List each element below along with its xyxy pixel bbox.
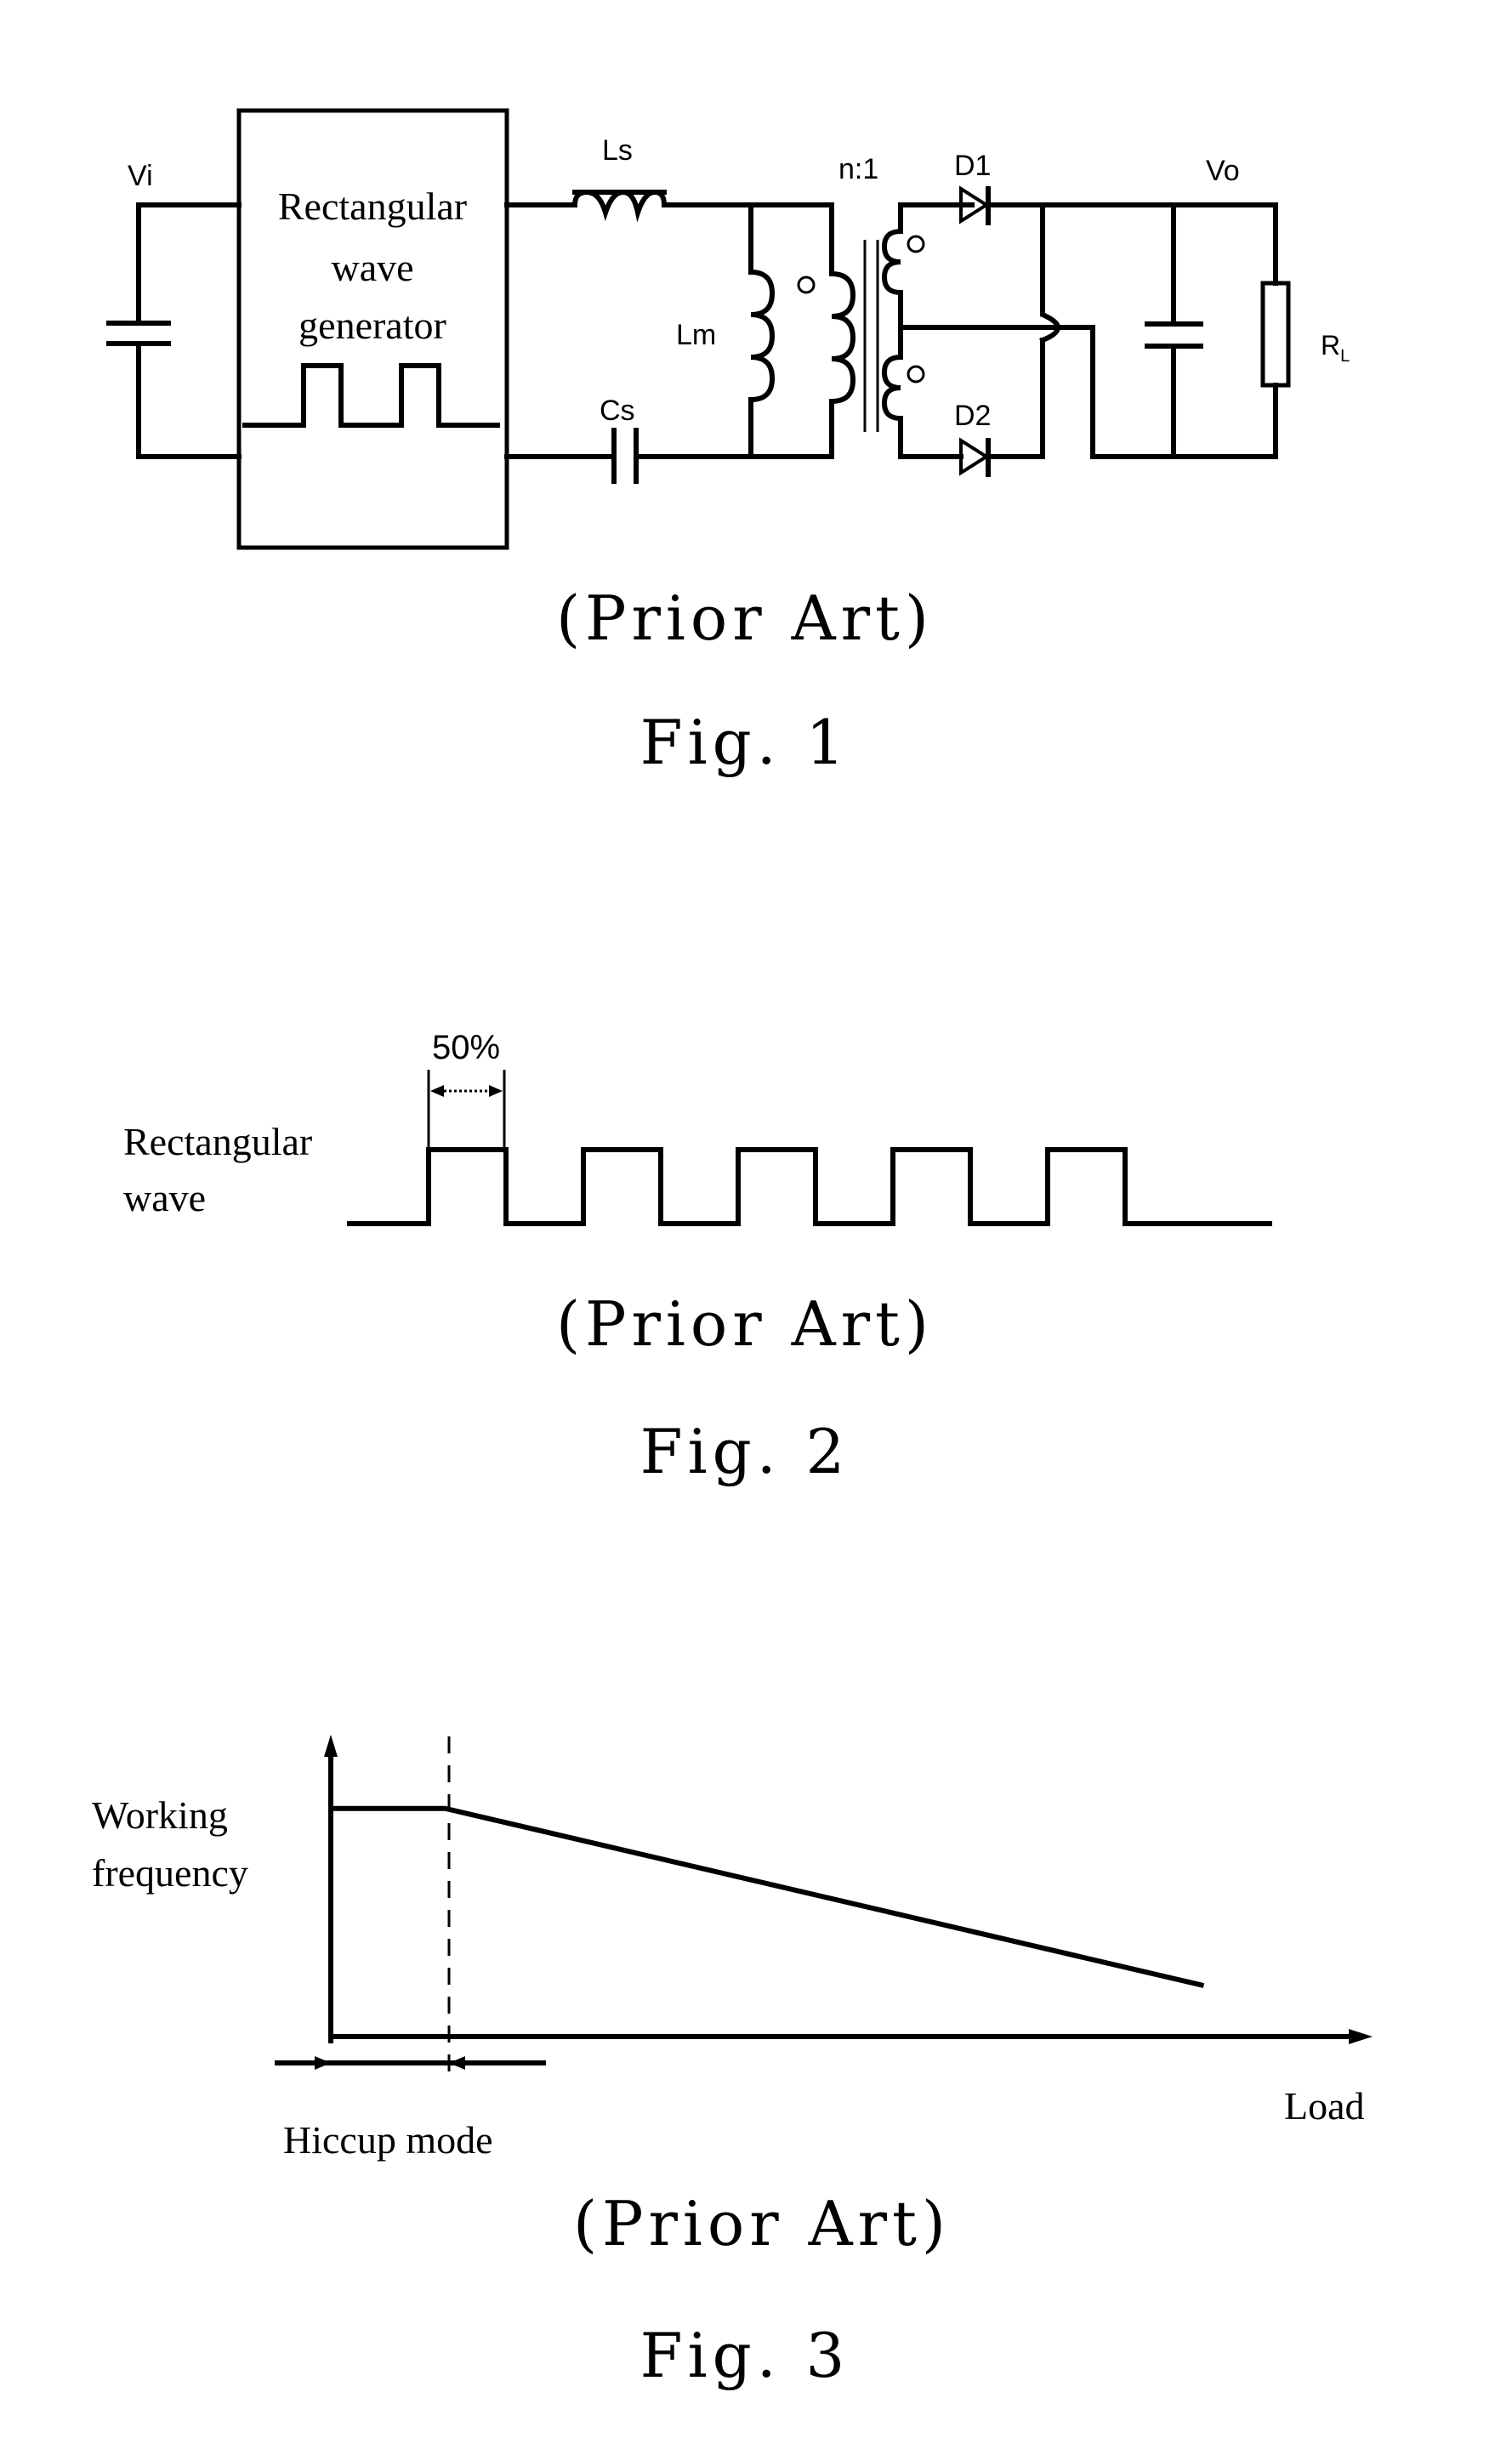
label-ls: Ls bbox=[602, 134, 633, 167]
y-axis-label-line-1: Working bbox=[92, 1793, 228, 1837]
input-capacitor-icon bbox=[106, 321, 171, 346]
transformer-core-icon bbox=[863, 240, 879, 432]
patent-drawing-sheet: Vi Rectangular wave generator Ls Cs Lm n… bbox=[92, 108, 1373, 2391]
label-rl-subscript: L bbox=[1340, 347, 1350, 366]
center-tap-return-wire bbox=[898, 325, 1278, 459]
hiccup-mode-label: Hiccup mode bbox=[283, 2118, 493, 2162]
ls-inductor-icon bbox=[571, 189, 668, 223]
generator-label-line-1: Rectangular bbox=[278, 185, 467, 228]
fig1-prior-art-note: (Prior Art) bbox=[556, 582, 934, 654]
cathode-bus-with-crossover bbox=[1039, 202, 1061, 344]
load-resistor-icon bbox=[1260, 281, 1291, 388]
secondary-lower-polarity-dot-icon bbox=[907, 365, 925, 384]
generator-label-line-3: generator bbox=[298, 304, 446, 347]
y-axis-label-line-2: frequency bbox=[92, 1851, 248, 1895]
x-axis bbox=[328, 2029, 1373, 2044]
rectangular-waveform bbox=[347, 1147, 1272, 1226]
figure-3-frequency-vs-load: Working frequency Load Hiccup mode (Prio… bbox=[92, 1735, 1373, 2391]
figure-2-waveform: Rectangular wave 50% (Prior Art) Fig. 2 bbox=[123, 1029, 1272, 1487]
waveform-label-line-1: Rectangular bbox=[123, 1120, 312, 1163]
waveform-label-line-2: wave bbox=[123, 1176, 206, 1219]
label-vo: Vo bbox=[1206, 155, 1240, 187]
duty-cycle-label: 50% bbox=[432, 1029, 500, 1066]
lm-inductor-icon bbox=[747, 269, 776, 403]
hiccup-mode-range-arrow-icon bbox=[275, 2056, 546, 2070]
transformer-primary-winding-icon bbox=[828, 270, 856, 405]
wire-d2-to-node bbox=[986, 338, 1045, 459]
y-axis bbox=[324, 1735, 338, 2043]
label-rl: RL bbox=[1321, 330, 1350, 366]
secondary-upper-polarity-dot-icon bbox=[907, 235, 925, 253]
label-rl-main: R bbox=[1321, 330, 1340, 361]
fig3-prior-art-note: (Prior Art) bbox=[573, 2188, 951, 2259]
generator-label-line-2: wave bbox=[331, 246, 413, 289]
fig2-caption: Fig. 2 bbox=[640, 1416, 850, 1487]
primary-polarity-dot-icon bbox=[797, 276, 816, 294]
output-capacitor-icon bbox=[1145, 321, 1203, 349]
x-axis-arrow-icon bbox=[1349, 2029, 1373, 2044]
label-vi: Vi bbox=[128, 160, 153, 192]
working-frequency-series-line bbox=[331, 1805, 1205, 1988]
input-wire-bottom bbox=[136, 341, 242, 459]
label-lm: Lm bbox=[676, 319, 716, 351]
fig1-caption: Fig. 1 bbox=[640, 707, 850, 778]
fig2-prior-art-note: (Prior Art) bbox=[556, 1288, 934, 1360]
input-wire-top bbox=[136, 202, 242, 326]
d2-diode-icon bbox=[959, 437, 991, 477]
transformer-secondary-upper-winding-icon bbox=[881, 228, 904, 330]
label-d1: D1 bbox=[954, 150, 991, 182]
label-d2: D2 bbox=[954, 400, 991, 432]
x-axis-label: Load bbox=[1284, 2084, 1365, 2128]
fig3-caption: Fig. 3 bbox=[640, 2320, 850, 2391]
label-turns-ratio: n:1 bbox=[838, 153, 878, 185]
cs-capacitor-icon bbox=[611, 428, 639, 484]
figure-1-circuit: Vi Rectangular wave generator Ls Cs Lm n… bbox=[106, 108, 1350, 778]
y-axis-arrow-icon bbox=[324, 1735, 338, 1757]
generator-waveform-icon bbox=[242, 363, 500, 428]
label-cs: Cs bbox=[600, 395, 635, 427]
transformer-secondary-lower-winding-icon bbox=[881, 325, 903, 459]
duty-cycle-dimension-arrow-icon bbox=[427, 1070, 506, 1150]
